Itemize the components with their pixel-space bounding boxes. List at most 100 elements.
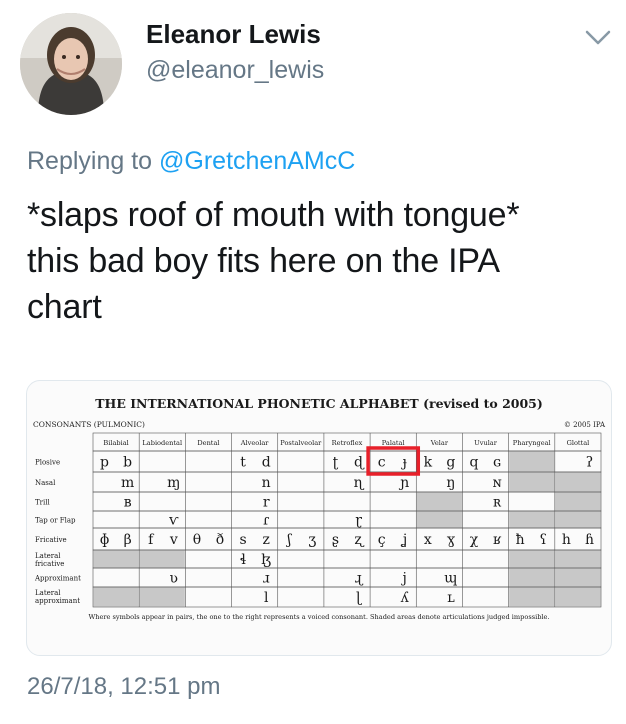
ipa-symbol: f xyxy=(148,532,155,548)
ipa-chart: THE INTERNATIONAL PHONETIC ALPHABET (rev… xyxy=(33,396,606,621)
ipa-symbol: q xyxy=(470,455,479,471)
ipa-shaded-cell xyxy=(509,550,555,568)
ipa-symbol: b xyxy=(123,455,132,471)
ipa-symbol: ɻ xyxy=(355,571,364,587)
ipa-symbol: ʈ xyxy=(333,455,339,471)
ipa-symbol: ɖ xyxy=(354,455,365,471)
ipa-column-header: Glottal xyxy=(567,439,590,447)
ipa-shaded-cell xyxy=(555,511,601,528)
ipa-symbol: ʔ xyxy=(586,455,594,471)
ipa-symbol: ɳ xyxy=(354,475,365,491)
ipa-symbol: ʐ xyxy=(354,532,364,548)
ipa-symbol: ʀ xyxy=(493,495,502,511)
ipa-row xyxy=(92,491,602,512)
ipa-row-label: Trill xyxy=(35,499,50,507)
ipa-symbol: ɭ xyxy=(356,590,362,606)
ipa-shaded-cell xyxy=(555,492,601,511)
ipa-shaded-cell xyxy=(93,550,139,568)
ipa-symbol: ɬ xyxy=(240,552,247,568)
ipa-shaded-cell xyxy=(555,568,601,587)
ipa-row-label: Plosive xyxy=(35,459,60,467)
ipa-symbol: ʟ xyxy=(447,590,455,606)
ipa-symbol: ɸ xyxy=(100,532,110,548)
ipa-symbol: v xyxy=(169,532,178,548)
ipa-symbol: θ xyxy=(193,532,201,548)
ipa-symbol: ʒ xyxy=(308,532,316,548)
ipa-shaded-cell xyxy=(509,451,555,472)
tweet-line: chart xyxy=(27,288,102,326)
ipa-symbol: ħ xyxy=(516,532,525,548)
chevron-down-icon[interactable] xyxy=(584,28,612,48)
ipa-symbol: ɣ xyxy=(447,532,456,548)
ipa-symbol: β xyxy=(124,532,132,548)
tweet-timestamp[interactable]: 26/7/18, 12:51 pm xyxy=(27,672,220,702)
ipa-symbol: ʎ xyxy=(400,590,409,606)
ipa-symbol: χ xyxy=(470,532,479,548)
ipa-column-header: Retroflex xyxy=(332,439,363,447)
ipa-symbol: n xyxy=(262,475,271,491)
ipa-symbol: ç xyxy=(378,532,386,548)
ipa-symbol: h xyxy=(562,532,571,548)
ipa-shaded-cell xyxy=(509,587,555,607)
ipa-shaded-cell xyxy=(416,511,462,528)
ipa-footnote: Where symbols appear in pairs, the one t… xyxy=(88,613,549,621)
ipa-symbol: ɽ xyxy=(355,513,362,529)
ipa-column-header: Velar xyxy=(430,439,449,447)
tweet-header: Eleanor Lewis @eleanor_lewis xyxy=(0,0,626,120)
ipa-shaded-cell xyxy=(509,472,555,492)
ipa-shaded-cell xyxy=(509,568,555,587)
ipa-symbol: ɲ xyxy=(398,475,409,491)
ipa-shaded-cell xyxy=(555,587,601,607)
ipa-column-header: Palatal xyxy=(382,439,405,447)
avatar[interactable] xyxy=(20,13,122,115)
replying-to-label: Replying to xyxy=(27,147,160,175)
ipa-row-label: Lateral xyxy=(35,589,61,597)
ipa-row-label: Lateral xyxy=(35,552,61,560)
profile-photo-icon xyxy=(20,13,122,115)
ipa-column-header: Pharyngeal xyxy=(513,439,551,447)
author-handle[interactable]: @eleanor_lewis xyxy=(146,55,324,85)
tweet-image[interactable]: THE INTERNATIONAL PHONETIC ALPHABET (rev… xyxy=(26,380,612,656)
ipa-row-label: Tap or Flap xyxy=(35,517,76,525)
ipa-shaded-cell xyxy=(93,587,139,607)
ipa-symbol: s xyxy=(239,532,246,548)
ipa-shaded-cell xyxy=(139,587,185,607)
ipa-symbol: ʕ xyxy=(540,532,548,548)
ipa-shaded-cell xyxy=(416,492,462,511)
ipa-copyright: © 2005 IPA xyxy=(564,421,606,429)
ipa-symbol: ʃ xyxy=(285,532,292,548)
ipa-symbol: d xyxy=(262,455,271,471)
ipa-row-label: Nasal xyxy=(35,479,56,487)
ipa-symbol: ʁ xyxy=(493,532,502,548)
ipa-symbol: ɮ xyxy=(261,552,271,568)
ipa-symbol: x xyxy=(424,532,432,548)
ipa-column-header: Uvular xyxy=(474,439,498,447)
ipa-symbol: ɱ xyxy=(167,475,180,491)
ipa-symbol: ɹ xyxy=(263,571,270,587)
ipa-symbol: ʂ xyxy=(332,532,339,548)
ipa-symbol: ɟ xyxy=(401,455,408,471)
mention-link[interactable]: @GretchenAMcC xyxy=(159,147,355,175)
ipa-symbol: m xyxy=(121,475,134,491)
ipa-row-label: fricative xyxy=(35,560,64,568)
author-name[interactable]: Eleanor Lewis xyxy=(146,18,321,50)
ipa-column-header: Postalveolar xyxy=(280,439,322,447)
ipa-symbol: t xyxy=(240,455,246,471)
ipa-row-label: Approximant xyxy=(34,575,81,583)
tweet-line: *slaps roof of mouth with tongue* xyxy=(27,196,520,234)
ipa-title: THE INTERNATIONAL PHONETIC ALPHABET (rev… xyxy=(95,396,543,411)
ipa-symbol: ɦ xyxy=(585,532,594,548)
tweet-text: *slaps roof of mouth with tongue* this b… xyxy=(27,192,607,330)
ipa-symbol: c xyxy=(378,455,386,471)
ipa-symbol: ɰ xyxy=(444,571,457,587)
ipa-symbol: ð xyxy=(216,532,224,548)
ipa-symbol: ⱱ xyxy=(168,513,179,529)
tweet-line: this bad boy fits here on the IPA xyxy=(27,242,500,280)
highlight-box xyxy=(366,446,421,476)
ipa-shaded-cell xyxy=(139,550,185,568)
ipa-symbol: ɢ xyxy=(493,455,501,471)
ipa-symbol: ɾ xyxy=(263,513,270,529)
ipa-column-header: Labiodental xyxy=(142,439,182,447)
ipa-row-label: Fricative xyxy=(35,536,67,544)
ipa-column-header: Dental xyxy=(197,439,219,447)
